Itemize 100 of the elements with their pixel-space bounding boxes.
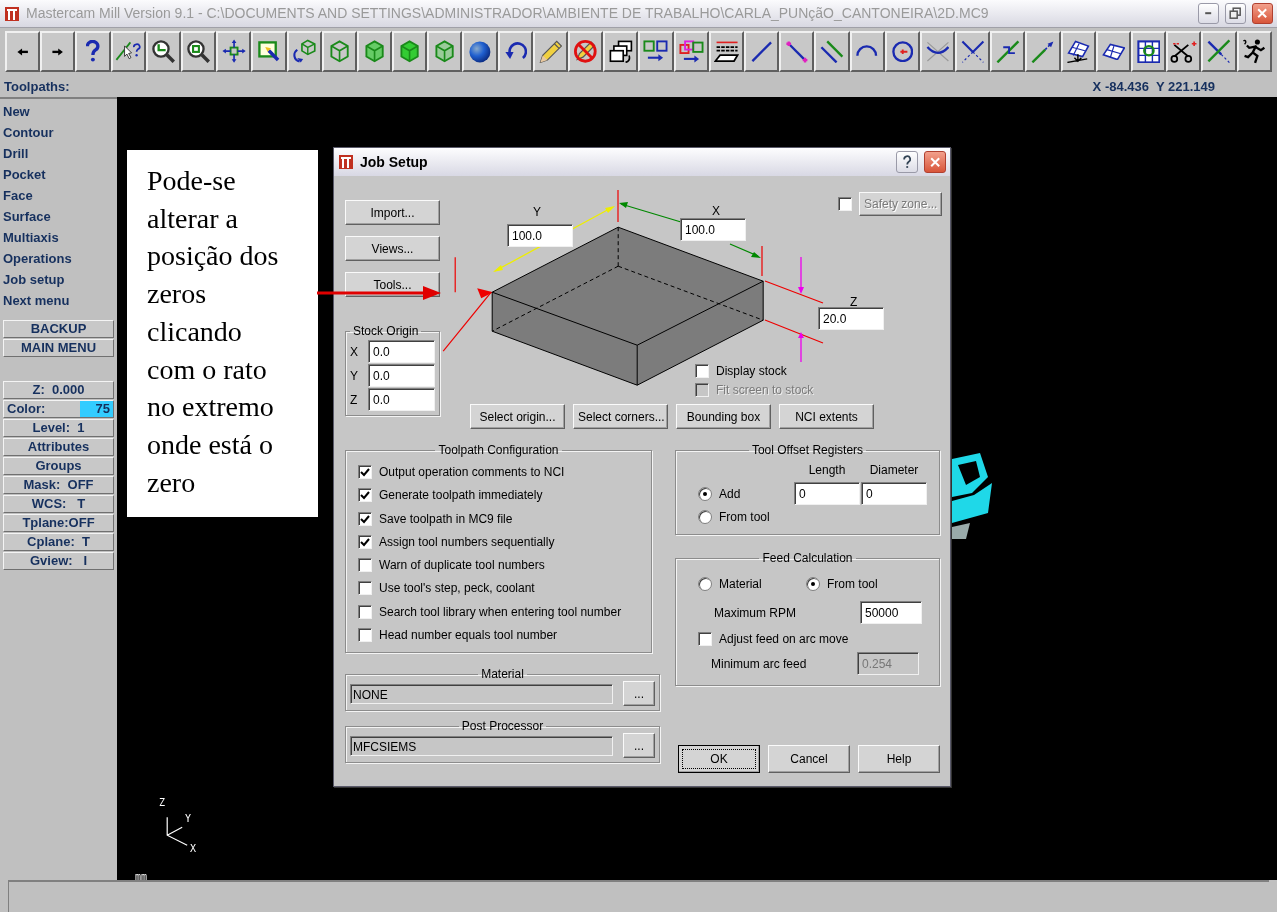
option-label[interactable]: Save toolpath in MC9 file: [379, 509, 513, 528]
dialog-button[interactable]: Import...: [345, 200, 440, 225]
option-label[interactable]: From tool: [827, 575, 878, 593]
menu-item[interactable]: Operations: [0, 248, 117, 269]
checkbox[interactable]: [358, 511, 372, 526]
toolbar-button[interactable]: [1201, 31, 1237, 72]
toolbar-button[interactable]: [286, 31, 322, 72]
menu-item[interactable]: Contour: [0, 122, 117, 143]
toolbar-button[interactable]: [251, 31, 287, 72]
menu-item[interactable]: Drill: [0, 143, 117, 164]
menu-item[interactable]: Job setup: [0, 269, 117, 290]
radio-button[interactable]: [806, 577, 820, 591]
sidebar-button[interactable]: Gview: I: [3, 552, 114, 570]
close-button[interactable]: [1252, 3, 1273, 24]
option-label[interactable]: Warn of duplicate tool numbers: [379, 556, 545, 575]
option-label[interactable]: Generate toolpath immediately: [379, 486, 543, 505]
option-label[interactable]: Search tool library when entering tool number: [379, 602, 622, 621]
dimension-field[interactable]: 20.0: [818, 307, 884, 330]
origin-field[interactable]: 0.0: [368, 364, 435, 387]
toolbar-button[interactable]: [216, 31, 252, 72]
dialog-button[interactable]: Cancel: [768, 745, 850, 774]
toolbar-button[interactable]: [497, 31, 533, 72]
checkbox[interactable]: [698, 632, 712, 646]
offset-field[interactable]: 0: [861, 482, 927, 505]
color-button[interactable]: Color: 75: [3, 400, 114, 418]
toolbar-button[interactable]: [1166, 31, 1202, 72]
minimize-button[interactable]: [1198, 3, 1219, 24]
checkbox[interactable]: [358, 581, 372, 596]
toolbar-button[interactable]: [884, 31, 920, 72]
sidebar-button[interactable]: BACKUP: [3, 320, 114, 338]
browse-button[interactable]: ...: [623, 733, 655, 759]
sidebar-button[interactable]: Level: 1: [3, 419, 114, 437]
menu-item[interactable]: New: [0, 101, 117, 122]
option-label[interactable]: Add: [719, 484, 741, 503]
option-label[interactable]: Head number equals tool number: [379, 626, 558, 645]
toolbar-button[interactable]: [673, 31, 709, 72]
radio-button[interactable]: [698, 577, 712, 591]
menu-item[interactable]: Multiaxis: [0, 227, 117, 248]
rpm-field[interactable]: 50000: [860, 601, 922, 624]
option-label[interactable]: Assign tool numbers sequentially: [379, 532, 555, 551]
origin-field[interactable]: 0.0: [368, 340, 435, 363]
toolbar-button[interactable]: [1095, 31, 1131, 72]
sidebar-button[interactable]: Z: 0.000: [3, 381, 114, 399]
toolbar-button[interactable]: [708, 31, 744, 72]
toolbar-button[interactable]: [1060, 31, 1096, 72]
radio-button[interactable]: [698, 486, 712, 501]
menu-item[interactable]: Pocket: [0, 164, 117, 185]
checkbox[interactable]: [358, 465, 372, 479]
dialog-button[interactable]: Select corners...: [573, 404, 668, 429]
checkbox[interactable]: [358, 488, 372, 503]
toolbar-button[interactable]: [110, 31, 146, 72]
option-label[interactable]: Adjust feed on arc move: [719, 630, 849, 648]
option-label[interactable]: Use tool's step, peck, coolant: [379, 579, 535, 598]
help-button[interactable]: [896, 151, 918, 173]
dialog-button[interactable]: Bounding box: [676, 404, 771, 429]
dialog-button[interactable]: OK: [678, 745, 760, 774]
browse-button[interactable]: ...: [623, 681, 655, 707]
toolbar-button[interactable]: [638, 31, 674, 72]
menu-item[interactable]: Surface: [0, 206, 117, 227]
option-label[interactable]: Output operation comments to NCI: [379, 463, 565, 481]
toolbar-button[interactable]: [180, 31, 217, 72]
dimension-field[interactable]: 100.0: [507, 224, 573, 247]
toolbar-button[interactable]: [603, 31, 639, 72]
toolbar-button[interactable]: [743, 31, 780, 72]
dialog-button[interactable]: NCI extents: [779, 404, 874, 429]
toolbar-button[interactable]: [1236, 31, 1272, 72]
sidebar-button[interactable]: Cplane: T: [3, 533, 114, 551]
checkbox[interactable]: [358, 628, 372, 643]
dialog-button[interactable]: Select origin...: [470, 404, 565, 429]
menu-item[interactable]: Next menu: [0, 290, 117, 311]
sidebar-button[interactable]: Tplane:OFF: [3, 514, 114, 532]
sidebar-button[interactable]: Attributes: [3, 438, 114, 456]
sidebar-button[interactable]: WCS: T: [3, 495, 114, 513]
sidebar-button[interactable]: MAIN MENU: [3, 339, 114, 357]
toolbar-button[interactable]: [462, 31, 498, 72]
radio-button[interactable]: [698, 510, 712, 524]
toolbar-button[interactable]: [75, 31, 111, 72]
checkbox[interactable]: [358, 534, 372, 549]
option-label[interactable]: Material: [719, 575, 762, 593]
dimension-field[interactable]: 100.0: [680, 218, 746, 241]
offset-field[interactable]: 0: [794, 482, 860, 505]
option-label[interactable]: From tool: [719, 508, 770, 526]
toolbar-button[interactable]: [145, 31, 181, 72]
toolbar-button[interactable]: [814, 31, 850, 72]
checkbox[interactable]: [695, 364, 709, 378]
close-button[interactable]: [924, 151, 946, 173]
toolbar-button[interactable]: [919, 31, 956, 72]
dialog-button[interactable]: Views...: [345, 236, 440, 261]
sidebar-button[interactable]: Mask: OFF: [3, 476, 114, 494]
checkbox[interactable]: [358, 604, 372, 619]
toolbar-button[interactable]: [1131, 31, 1167, 72]
toolbar-button[interactable]: [955, 31, 991, 72]
origin-field[interactable]: 0.0: [368, 388, 435, 411]
menu-item[interactable]: Face: [0, 185, 117, 206]
toolbar-button[interactable]: [779, 31, 815, 72]
toolbar-button[interactable]: [990, 31, 1026, 72]
checkbox[interactable]: [358, 558, 372, 573]
maximize-button[interactable]: [1225, 3, 1246, 24]
toolbar-button[interactable]: [849, 31, 885, 72]
sidebar-button[interactable]: Groups: [3, 457, 114, 475]
